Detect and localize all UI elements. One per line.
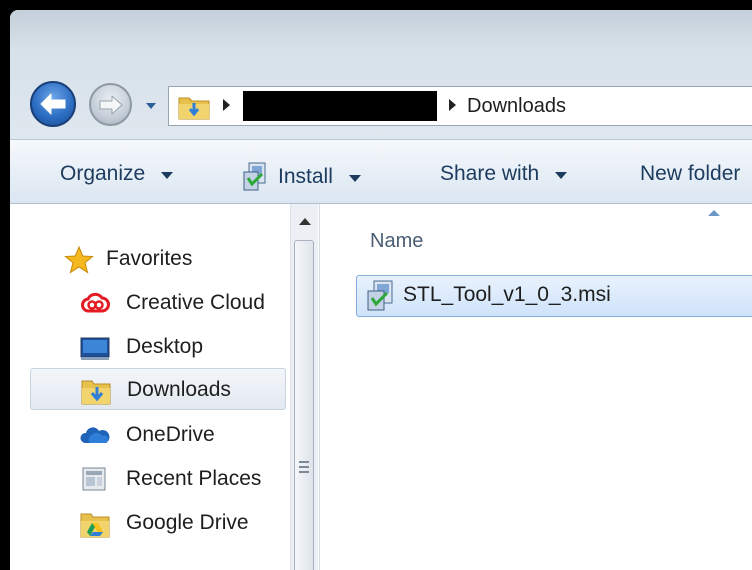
scrollbar-thumb[interactable] <box>294 240 314 570</box>
sidebar-item-label: OneDrive <box>126 423 215 446</box>
chevron-down-icon <box>348 174 361 182</box>
sidebar-item-label: Google Drive <box>126 511 249 534</box>
sidebar-item-creative-cloud[interactable]: Creative Cloud <box>10 282 288 324</box>
redacted-path-segment[interactable] <box>243 91 437 121</box>
sidebar-item-google-drive[interactable]: Google Drive <box>10 502 288 544</box>
downloads-folder-icon <box>178 97 210 120</box>
organize-button[interactable]: Organize <box>60 162 174 186</box>
sidebar-item-downloads[interactable]: Downloads <box>30 368 286 410</box>
recent-pages-dropdown[interactable] <box>144 99 158 113</box>
sidebar-item-favorites[interactable]: Favorites <box>10 238 288 280</box>
install-label: Install <box>278 165 333 188</box>
creative-cloud-icon <box>81 292 110 313</box>
back-button[interactable] <box>30 81 76 127</box>
msi-installer-icon <box>367 280 393 311</box>
grip-icon <box>299 461 309 473</box>
onedrive-icon <box>80 427 110 443</box>
sidebar-item-label: Favorites <box>106 247 193 270</box>
msi-installer-icon <box>243 162 266 191</box>
recent-places-icon <box>82 467 106 491</box>
chevron-down-icon <box>146 103 156 109</box>
downloads-folder-icon <box>81 380 111 405</box>
organize-label: Organize <box>60 162 146 185</box>
install-button[interactable]: Install <box>242 162 361 192</box>
file-name: STL_Tool_v1_0_3.msi <box>403 283 611 306</box>
share-with-button[interactable]: Share with <box>440 162 568 186</box>
command-toolbar: Organize Install Share with New folder <box>10 139 752 204</box>
sidebar-item-desktop[interactable]: Desktop <box>10 326 288 368</box>
file-list-pane: Name STL_Tool_v1_0_3.msi <box>320 204 752 570</box>
new-folder-label: New folder <box>640 162 741 185</box>
chevron-down-icon <box>161 171 174 179</box>
navigation-scrollbar[interactable] <box>290 204 318 570</box>
desktop-icon <box>80 337 110 360</box>
navigation-pane: Favorites Creative Cloud Desktop Downloa… <box>10 204 320 570</box>
title-bar: Downloads <box>10 10 752 139</box>
sidebar-item-label: Desktop <box>126 335 204 358</box>
sort-up-icon <box>708 210 720 216</box>
sidebar-item-label: Downloads <box>127 378 231 401</box>
scroll-up-arrow-icon[interactable] <box>299 218 311 225</box>
forward-button[interactable] <box>89 83 132 126</box>
breadcrumb-separator[interactable] <box>223 99 230 111</box>
forward-arrow-icon <box>99 95 122 114</box>
explorer-window: Downloads Organize Install Share with Ne… <box>10 10 752 570</box>
sidebar-item-recent-places[interactable]: Recent Places <box>10 458 288 500</box>
star-icon <box>64 245 94 274</box>
chevron-down-icon <box>555 171 568 179</box>
sidebar-item-onedrive[interactable]: OneDrive <box>10 414 288 456</box>
back-arrow-icon <box>40 93 66 115</box>
new-folder-button[interactable]: New folder <box>640 162 740 186</box>
share-with-label: Share with <box>440 162 540 185</box>
breadcrumb-separator[interactable] <box>449 99 456 111</box>
column-header-name[interactable]: Name <box>370 230 423 253</box>
breadcrumb-current-folder[interactable]: Downloads <box>467 93 566 119</box>
sidebar-item-label: Creative Cloud <box>126 291 265 314</box>
sidebar-item-label: Recent Places <box>126 467 262 490</box>
google-drive-icon <box>80 513 110 538</box>
address-bar[interactable]: Downloads <box>168 86 752 126</box>
file-item[interactable]: STL_Tool_v1_0_3.msi <box>356 275 752 317</box>
